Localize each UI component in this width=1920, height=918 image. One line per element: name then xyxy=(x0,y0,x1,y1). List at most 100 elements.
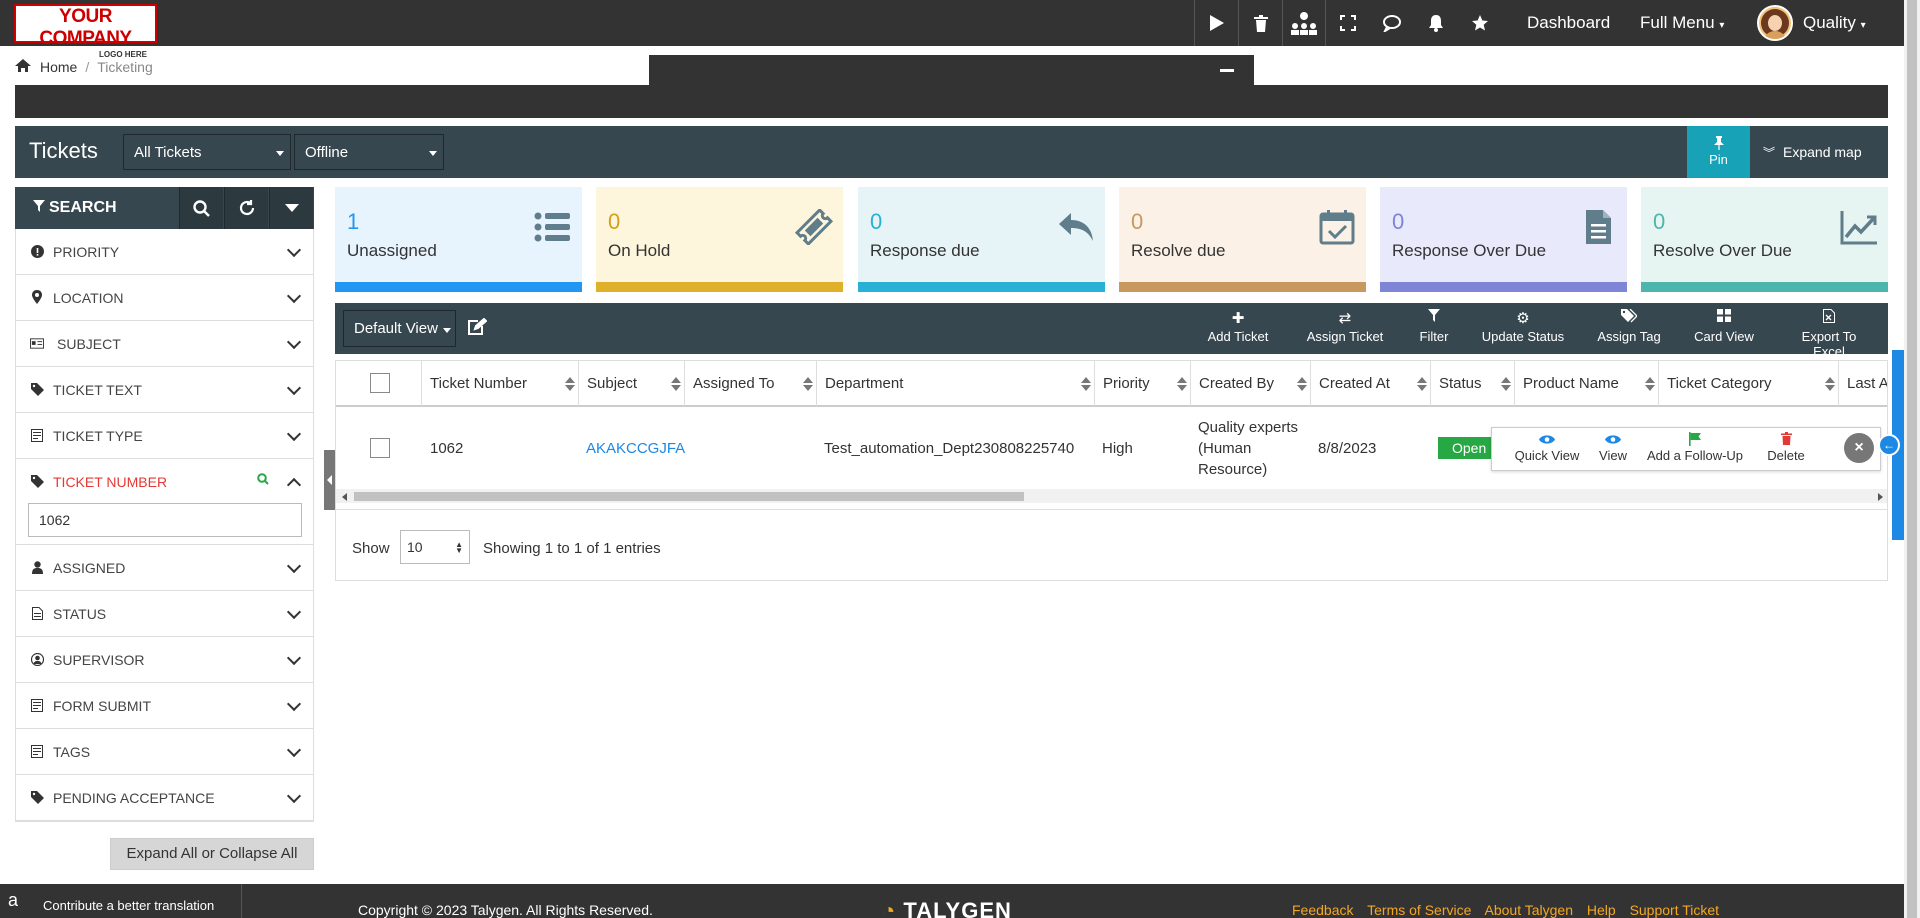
col-header-created-by[interactable]: Created By xyxy=(1191,361,1311,407)
add-ticket-button[interactable]: ✚ Add Ticket xyxy=(1207,309,1269,344)
col-header-priority[interactable]: Priority xyxy=(1095,361,1191,407)
search-icon[interactable] xyxy=(179,187,223,229)
col-header-ticket-category[interactable]: Ticket Category xyxy=(1659,361,1839,407)
home-icon[interactable] xyxy=(14,58,32,76)
filter-ticket-type[interactable]: TICKET TYPE xyxy=(16,413,313,459)
search-icon[interactable] xyxy=(257,473,269,488)
dashboard-link[interactable]: Dashboard xyxy=(1527,13,1610,33)
col-header-product-name[interactable]: Product Name xyxy=(1515,361,1659,407)
company-logo[interactable]: YOUR COMPANY LOGO HERE xyxy=(14,4,157,59)
mode-select[interactable]: Offline xyxy=(294,134,444,170)
sidebar-toggle-handle[interactable] xyxy=(324,450,335,510)
filter-supervisor[interactable]: SUPERVISOR xyxy=(16,637,313,683)
ticket-filter-select[interactable]: All Tickets xyxy=(123,134,291,170)
filter-button[interactable]: Filter xyxy=(1418,309,1450,344)
eye-icon xyxy=(1598,432,1628,448)
col-header-status[interactable]: Status xyxy=(1431,361,1515,407)
select-all-checkbox[interactable] xyxy=(370,373,390,393)
ticket-filter-value: All Tickets xyxy=(134,144,202,161)
refresh-icon[interactable] xyxy=(224,187,268,229)
filter-pending-acceptance[interactable]: PENDING ACCEPTANCE xyxy=(16,775,313,821)
col-header-created-at[interactable]: Created At xyxy=(1311,361,1431,407)
chevron-down-icon[interactable] xyxy=(286,242,302,258)
chevron-down-icon[interactable] xyxy=(286,742,302,758)
footer-link-feedback[interactable]: Feedback xyxy=(1292,902,1353,918)
ticket-number-input[interactable] xyxy=(28,503,302,537)
search-label: SEARCH xyxy=(33,199,117,217)
card-unassigned[interactable]: 1 Unassigned xyxy=(335,187,582,292)
chevron-down-icon[interactable] xyxy=(286,788,302,804)
filter-subject[interactable]: SUBJECT xyxy=(16,321,313,367)
add-follow-up-button[interactable]: Add a Follow-Up xyxy=(1645,432,1745,463)
view-button[interactable]: View xyxy=(1598,432,1628,463)
breadcrumb-home[interactable]: Home xyxy=(40,59,77,75)
arrow-left-circle-icon[interactable]: ← xyxy=(1878,434,1900,456)
view-select[interactable]: Default View xyxy=(343,310,456,347)
pin-button[interactable]: Pin xyxy=(1687,126,1750,178)
chevron-down-icon[interactable] xyxy=(286,380,302,396)
quick-view-button[interactable]: Quick View xyxy=(1512,432,1582,463)
tickets-header: Tickets All Tickets Offline Pin ︾ Expand … xyxy=(15,126,1888,178)
close-icon[interactable]: × xyxy=(1844,433,1874,463)
card-response-due[interactable]: 0 Response due xyxy=(858,187,1105,292)
filter-assigned[interactable]: ASSIGNED xyxy=(16,545,313,591)
fullscreen-icon[interactable] xyxy=(1326,0,1370,46)
assign-tag-button[interactable]: Assign Tag xyxy=(1596,308,1662,344)
page-title: Tickets xyxy=(29,138,98,163)
chevron-down-icon[interactable] xyxy=(286,426,302,442)
card-view-button[interactable]: Card View xyxy=(1693,309,1755,344)
chevron-down-icon[interactable] xyxy=(286,604,302,620)
filter-location[interactable]: LOCATION xyxy=(16,275,313,321)
translate-icon: a xyxy=(8,890,19,910)
col-header-ticket-number[interactable]: Ticket Number xyxy=(422,361,579,407)
delete-button[interactable]: Delete xyxy=(1764,432,1808,463)
card-resolve-due[interactable]: 0 Resolve due xyxy=(1119,187,1366,292)
expand-map-button[interactable]: ︾ Expand map xyxy=(1763,126,1862,178)
footer-link-help[interactable]: Help xyxy=(1587,902,1616,918)
star-icon[interactable] xyxy=(1458,0,1502,46)
user-avatar[interactable] xyxy=(1757,5,1793,41)
caret-down-icon[interactable] xyxy=(269,187,313,229)
chevron-up-icon[interactable] xyxy=(286,477,302,493)
footer-link-support[interactable]: Support Ticket xyxy=(1630,902,1720,918)
play-icon[interactable] xyxy=(1194,0,1238,46)
translate-widget[interactable]: a Contribute a better translation xyxy=(0,884,242,918)
chevron-down-icon[interactable] xyxy=(286,650,302,666)
user-menu-dropdown[interactable]: Quality ▾ xyxy=(1803,13,1866,33)
update-status-button[interactable]: ⚙ Update Status xyxy=(1479,309,1567,344)
collapse-panel-tab[interactable] xyxy=(649,55,1254,85)
trash-icon[interactable] xyxy=(1238,0,1282,46)
expand-collapse-all-button[interactable]: Expand All or Collapse All xyxy=(110,838,314,870)
card-response-over-due[interactable]: 0 Response Over Due xyxy=(1380,187,1627,292)
cell-subject-link[interactable]: AKAKCCGJFA xyxy=(586,440,685,457)
col-header-department[interactable]: Department xyxy=(817,361,1095,407)
full-menu-dropdown[interactable]: Full Menu ▾ xyxy=(1640,13,1724,33)
col-header-subject[interactable]: Subject xyxy=(579,361,685,407)
filter-ticket-number[interactable]: TICKET NUMBER xyxy=(16,459,313,545)
page-size-select[interactable]: 10 ▲ ▼ xyxy=(400,530,470,564)
footer-link-about[interactable]: About Talygen xyxy=(1485,902,1573,918)
filter-form-submit[interactable]: FORM SUBMIT xyxy=(16,683,313,729)
chevron-down-icon[interactable] xyxy=(286,288,302,304)
filter-priority[interactable]: PRIORITY xyxy=(16,229,313,275)
card-on-hold[interactable]: 0 On Hold xyxy=(596,187,843,292)
chat-icon[interactable] xyxy=(1370,0,1414,46)
filter-ticket-text[interactable]: TICKET TEXT xyxy=(16,367,313,413)
export-excel-button[interactable]: Export To Excel xyxy=(1785,309,1873,359)
row-checkbox[interactable] xyxy=(370,438,390,458)
vertical-scrollbar[interactable] xyxy=(1904,0,1920,918)
col-header-assigned-to[interactable]: Assigned To xyxy=(685,361,817,407)
filter-tags[interactable]: TAGS xyxy=(16,729,313,775)
footer-link-terms[interactable]: Terms of Service xyxy=(1367,902,1471,918)
filter-status[interactable]: STATUS xyxy=(16,591,313,637)
chevron-down-icon[interactable] xyxy=(286,558,302,574)
bell-icon[interactable] xyxy=(1414,0,1458,46)
card-resolve-over-due[interactable]: 0 Resolve Over Due xyxy=(1641,187,1888,292)
horizontal-scrollbar[interactable] xyxy=(336,489,1887,503)
chevron-down-icon[interactable] xyxy=(286,334,302,350)
assign-ticket-button[interactable]: ⇄ Assign Ticket xyxy=(1305,309,1385,344)
team-hierarchy-icon[interactable] xyxy=(1282,0,1326,46)
col-header-last-activity[interactable]: Last A xyxy=(1839,361,1887,407)
chevron-down-icon[interactable] xyxy=(286,696,302,712)
edit-icon[interactable] xyxy=(467,317,488,339)
